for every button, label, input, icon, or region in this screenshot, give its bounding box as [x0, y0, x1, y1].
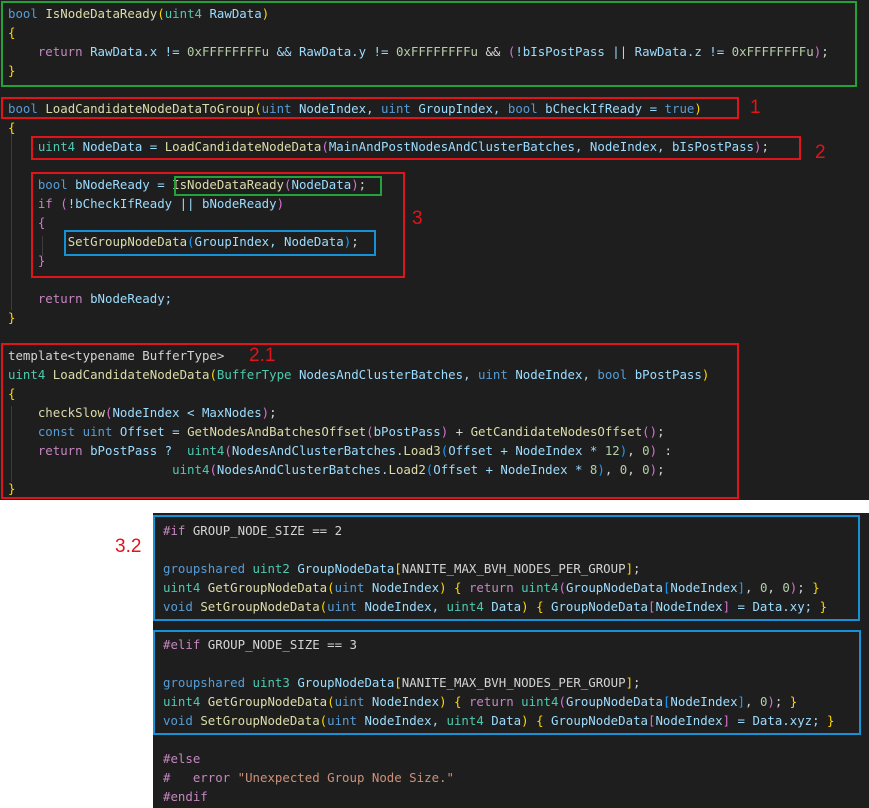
load-to-group-signature-box [1, 97, 739, 119]
load-candidate-template-box [1, 343, 739, 499]
code-token: # [163, 770, 193, 785]
group-node-size-3-box [153, 630, 861, 735]
code-line: } [8, 308, 15, 327]
code-token: #else [163, 751, 201, 766]
code-token: bNodeReady; [82, 291, 173, 306]
group-node-size-2-box [153, 515, 860, 621]
code-line: return bNodeReady; [8, 289, 172, 308]
code-token: } [8, 310, 16, 325]
setgroupnodedata-call-box [64, 230, 376, 256]
code-line: # error "Unexpected Group Node Size." [163, 768, 454, 787]
code-token: #endif [163, 789, 208, 804]
code-line: #endif [163, 787, 208, 806]
annotation-label-3: 3 [412, 208, 423, 229]
code-line: #else [163, 749, 200, 768]
annotation-label-2-1: 2.1 [249, 345, 276, 366]
code-token: { [8, 120, 16, 135]
annotation-label-3-2: 3.2 [115, 536, 142, 557]
isnodedataready-call-box [174, 176, 382, 196]
code-token: error [192, 770, 238, 785]
annotation-label-1: 1 [750, 97, 761, 118]
code-token: "Unexpected Group Node Size." [237, 770, 454, 785]
code-token: return [37, 291, 83, 306]
load-node-data-call-box [31, 136, 801, 160]
isnodedataready-function-box [1, 1, 857, 87]
annotation-label-2: 2 [815, 142, 826, 163]
code-line: { [8, 118, 15, 137]
